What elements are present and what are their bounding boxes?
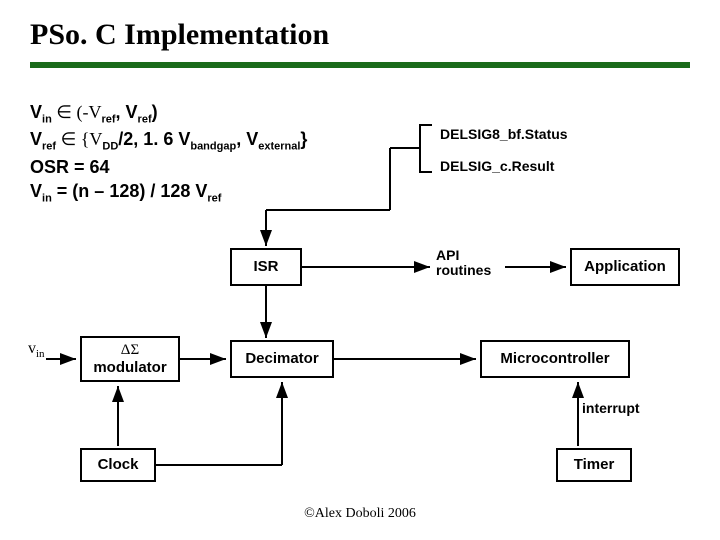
block-diagram: DELSIG8_bf.Status DELSIG_c.Result ISR AP… (0, 0, 720, 540)
diagram-arrows (0, 0, 720, 540)
footer-copyright: ©Alex Doboli 2006 (0, 506, 720, 522)
